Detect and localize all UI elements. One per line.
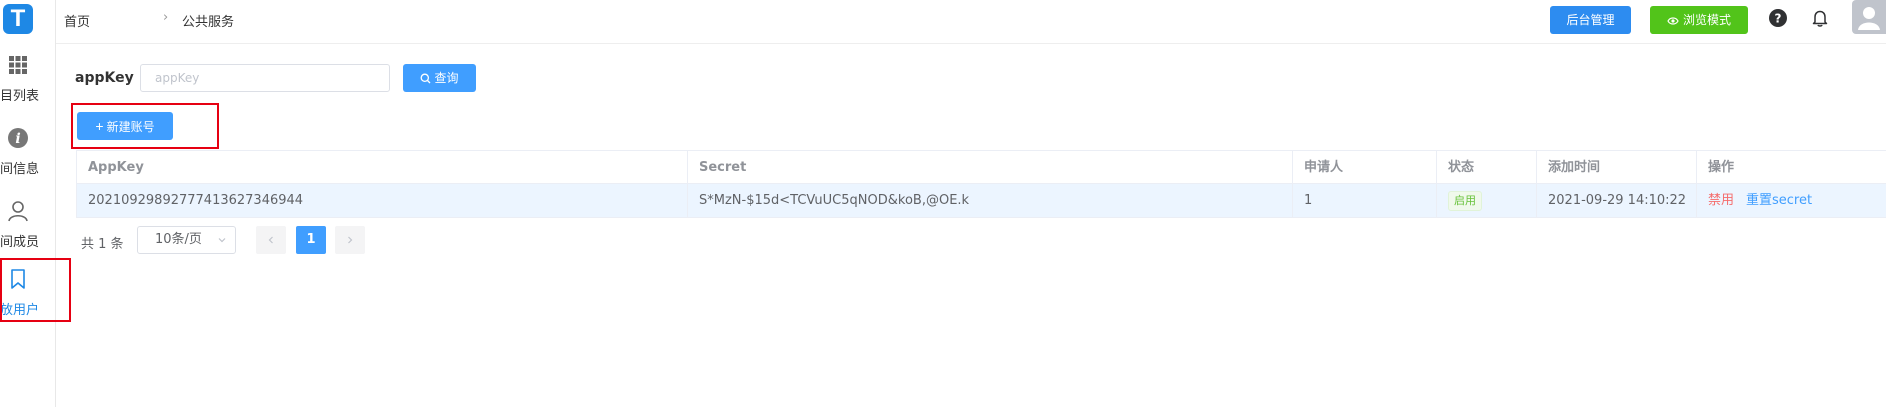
query-button-label: 查询 — [434, 71, 459, 85]
column-header-actions: 操作 — [1696, 151, 1886, 185]
svg-text:i: i — [15, 131, 20, 147]
sidebar: T 项目列表 i 空间信息 空间成员 开放用户 — [0, 0, 56, 407]
cell-applicant: 1 — [1292, 184, 1436, 218]
new-account-label: 新建账号 — [106, 120, 155, 134]
breadcrumb-home[interactable]: 首页 — [64, 11, 90, 30]
eye-icon — [1667, 17, 1679, 25]
search-icon — [421, 73, 431, 84]
breadcrumb-current: 公共服务 — [182, 15, 235, 30]
info-icon: i — [8, 128, 28, 148]
browse-mode-label: 浏览模式 — [1682, 13, 1731, 27]
sidebar-item-space-members[interactable]: 空间成员 — [0, 200, 55, 262]
grid-icon — [9, 56, 27, 74]
sidebar-item-label: 空间成员 — [0, 235, 40, 250]
sidebar-item-label: 开放用户 — [0, 303, 40, 318]
column-header-added-time: 添加时间 — [1536, 151, 1696, 185]
page-size-value: 10条/页 — [155, 232, 202, 247]
column-header-secret: Secret — [687, 151, 1292, 185]
app-logo[interactable]: T — [3, 4, 33, 34]
next-page-button[interactable] — [335, 226, 365, 254]
cell-added-time: 2021-09-29 14:10:22 — [1536, 184, 1696, 218]
status-badge: 启用 — [1448, 190, 1482, 211]
help-icon[interactable]: ? — [1768, 8, 1788, 28]
query-button[interactable]: 查询 — [403, 64, 476, 92]
table-row: 20210929892777413627346944 S*MzN-$15d<TC… — [76, 184, 1886, 218]
breadcrumb-separator-icon: › — [163, 10, 169, 25]
plus-icon: + — [95, 118, 104, 134]
browse-mode-button[interactable]: 浏览模式 — [1650, 6, 1748, 34]
column-header-appkey: AppKey — [76, 151, 687, 185]
sidebar-item-space-info[interactable]: i 空间信息 — [0, 127, 55, 189]
top-header: 首页 › 公共服务 后台管理 浏览模式 ? — [56, 0, 1886, 44]
sidebar-item-label: 项目列表 — [0, 89, 40, 104]
user-icon — [8, 201, 28, 222]
svg-text:?: ? — [1775, 12, 1782, 26]
sidebar-item-projects[interactable]: 项目列表 — [0, 54, 55, 116]
appkey-label: appKey — [75, 70, 134, 86]
cell-actions: 禁用 重置secret — [1696, 184, 1886, 218]
page-size-select[interactable]: 10条/页 — [137, 226, 236, 254]
chevron-down-icon — [218, 238, 226, 243]
bookmark-icon — [11, 269, 25, 289]
column-header-applicant: 申请人 — [1292, 151, 1436, 185]
admin-button[interactable]: 后台管理 — [1550, 6, 1631, 34]
appkey-search-input[interactable] — [140, 64, 390, 92]
avatar-user-icon — [1858, 7, 1880, 30]
new-account-button[interactable]: + 新建账号 — [77, 112, 173, 140]
prev-page-button[interactable] — [256, 226, 286, 254]
disable-link[interactable]: 禁用 — [1708, 193, 1734, 208]
table-header: AppKey Secret 申请人 状态 添加时间 操作 — [76, 150, 1886, 185]
cell-appkey: 20210929892777413627346944 — [76, 184, 687, 218]
pagination-total: 共 1 条 — [81, 237, 124, 252]
cell-secret: S*MzN-$15d<TCVuUC5qNOD&koB,@OE.k — [687, 184, 1292, 218]
column-header-status: 状态 — [1436, 151, 1536, 185]
reset-secret-link[interactable]: 重置secret — [1746, 193, 1812, 208]
page-number-current[interactable]: 1 — [296, 226, 326, 254]
avatar[interactable] — [1852, 0, 1886, 34]
sidebar-item-label: 空间信息 — [0, 162, 40, 177]
bell-icon[interactable] — [1810, 8, 1830, 28]
cell-status: 启用 — [1436, 184, 1536, 218]
chevron-right-icon — [348, 236, 353, 243]
sidebar-item-open-users[interactable]: 开放用户 — [0, 268, 55, 330]
chevron-left-icon — [268, 236, 273, 243]
